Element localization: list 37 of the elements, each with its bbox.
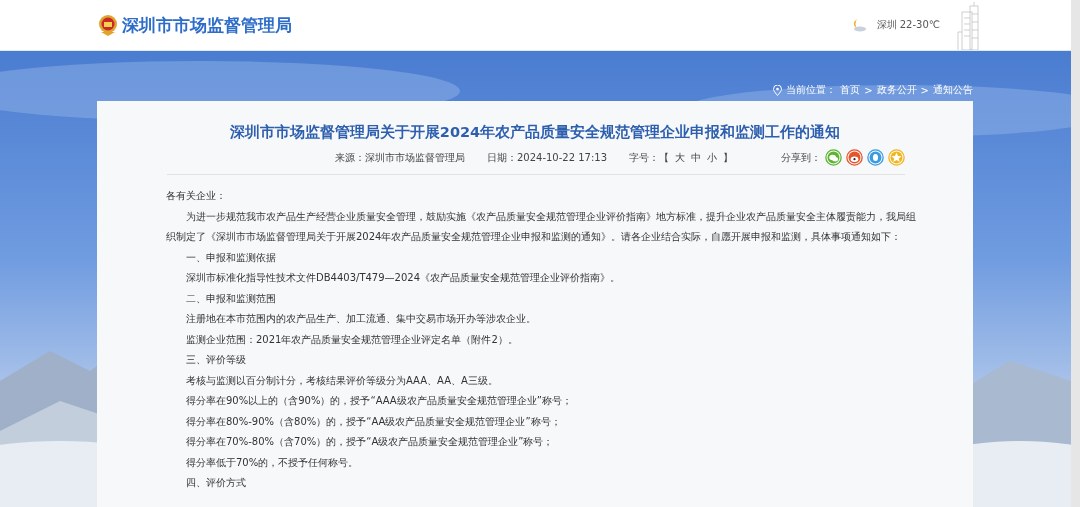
paragraph: 考核与监测以百分制计分，考核结果评价等级分为AAA、AA、A三级。 [185,373,499,388]
paragraph: 得分率在80%-90%（含80%）的，授予“AA级农产品质量安全规范管理企业”称号； [185,414,562,429]
font-size-label: 字号：【 [629,150,670,165]
share-label: 分享到： [781,150,821,165]
location-pin-icon [773,84,783,96]
bracket: 】 [723,150,734,165]
font-size-option[interactable]: 大 [675,150,686,165]
breadcrumb-link[interactable]: 首页 [840,83,861,97]
weather-text: 深圳 22-30℃ [876,18,940,32]
paragraph: 三、评价等级 [185,353,247,367]
share-icon[interactable] [846,149,863,166]
font-size-option[interactable]: 中 [691,150,702,165]
paragraph: 得分率低于70%的，不授予任何称号。 [185,455,360,470]
breadcrumb-link[interactable]: 政务公开 [876,83,917,97]
paragraph: 得分率在70%-80%（含70%）的，授予“A级农产品质量安全规范管理企业”称号； [185,435,555,449]
share-icon[interactable] [867,149,884,166]
paragraph: 四、评价方式 [185,476,247,490]
paragraph: 监测企业范围：2021年农产品质量安全规范管理企业评定名单（附件2）。 [185,332,519,347]
share-icon[interactable] [825,149,842,166]
breadcrumb-separator: > [864,84,873,96]
article-date: 日期：2024-10-22 17:13 [486,150,608,165]
font-size-option[interactable]: 小 [707,150,718,165]
paragraph: 得分率在90%以上的（含90%）的，授予“AAA级农产品质量安全规范管理企业”称号； [185,394,573,408]
emblem-icon [98,14,118,36]
share-icon[interactable] [888,149,905,166]
paragraph: 一、申报和监测依据 [185,250,277,265]
paragraph: 深圳市标准化指导性技术文件DB4403/T479—2024《农产品质量安全规范管理企业评价指南》。 [185,271,622,285]
paragraph: 二、申报和监测范围 [185,291,277,306]
site-name[interactable]: 深圳市市场监督管理局 [122,13,292,37]
paragraph: 注册地在本市范围内的农产品生产、加工流通、集中交易市场开办等涉农企业。 [185,312,537,326]
breadcrumb-label: 当前位置： [786,83,837,97]
breadcrumb-link[interactable]: 通知公告 [933,83,973,97]
greeting-text: 各有关企业： [166,189,227,203]
article-title: 深圳市市场监督管理局关于开展2024年农产品质量安全规范管理企业申报和监测工作的通知 [228,123,842,142]
breadcrumb-separator: > [920,84,929,96]
paragraph: 为进一步规范我市农产品生产经营企业质量安全管理，鼓励实施《农产品质量安全规范管理企业评价指南》地方标准，提升企业农产品质量安全主体履责能力，我局组织制定了《深圳市市场监督管理局关于开展2024年农产品质量安全规范管理企业申报和监测的通知》。请各企业结合实际，自愿开展申报和监测，具体事项通知如下： [166,209,917,244]
article-source: 来源：深圳市市场监督管理局 [334,150,465,165]
